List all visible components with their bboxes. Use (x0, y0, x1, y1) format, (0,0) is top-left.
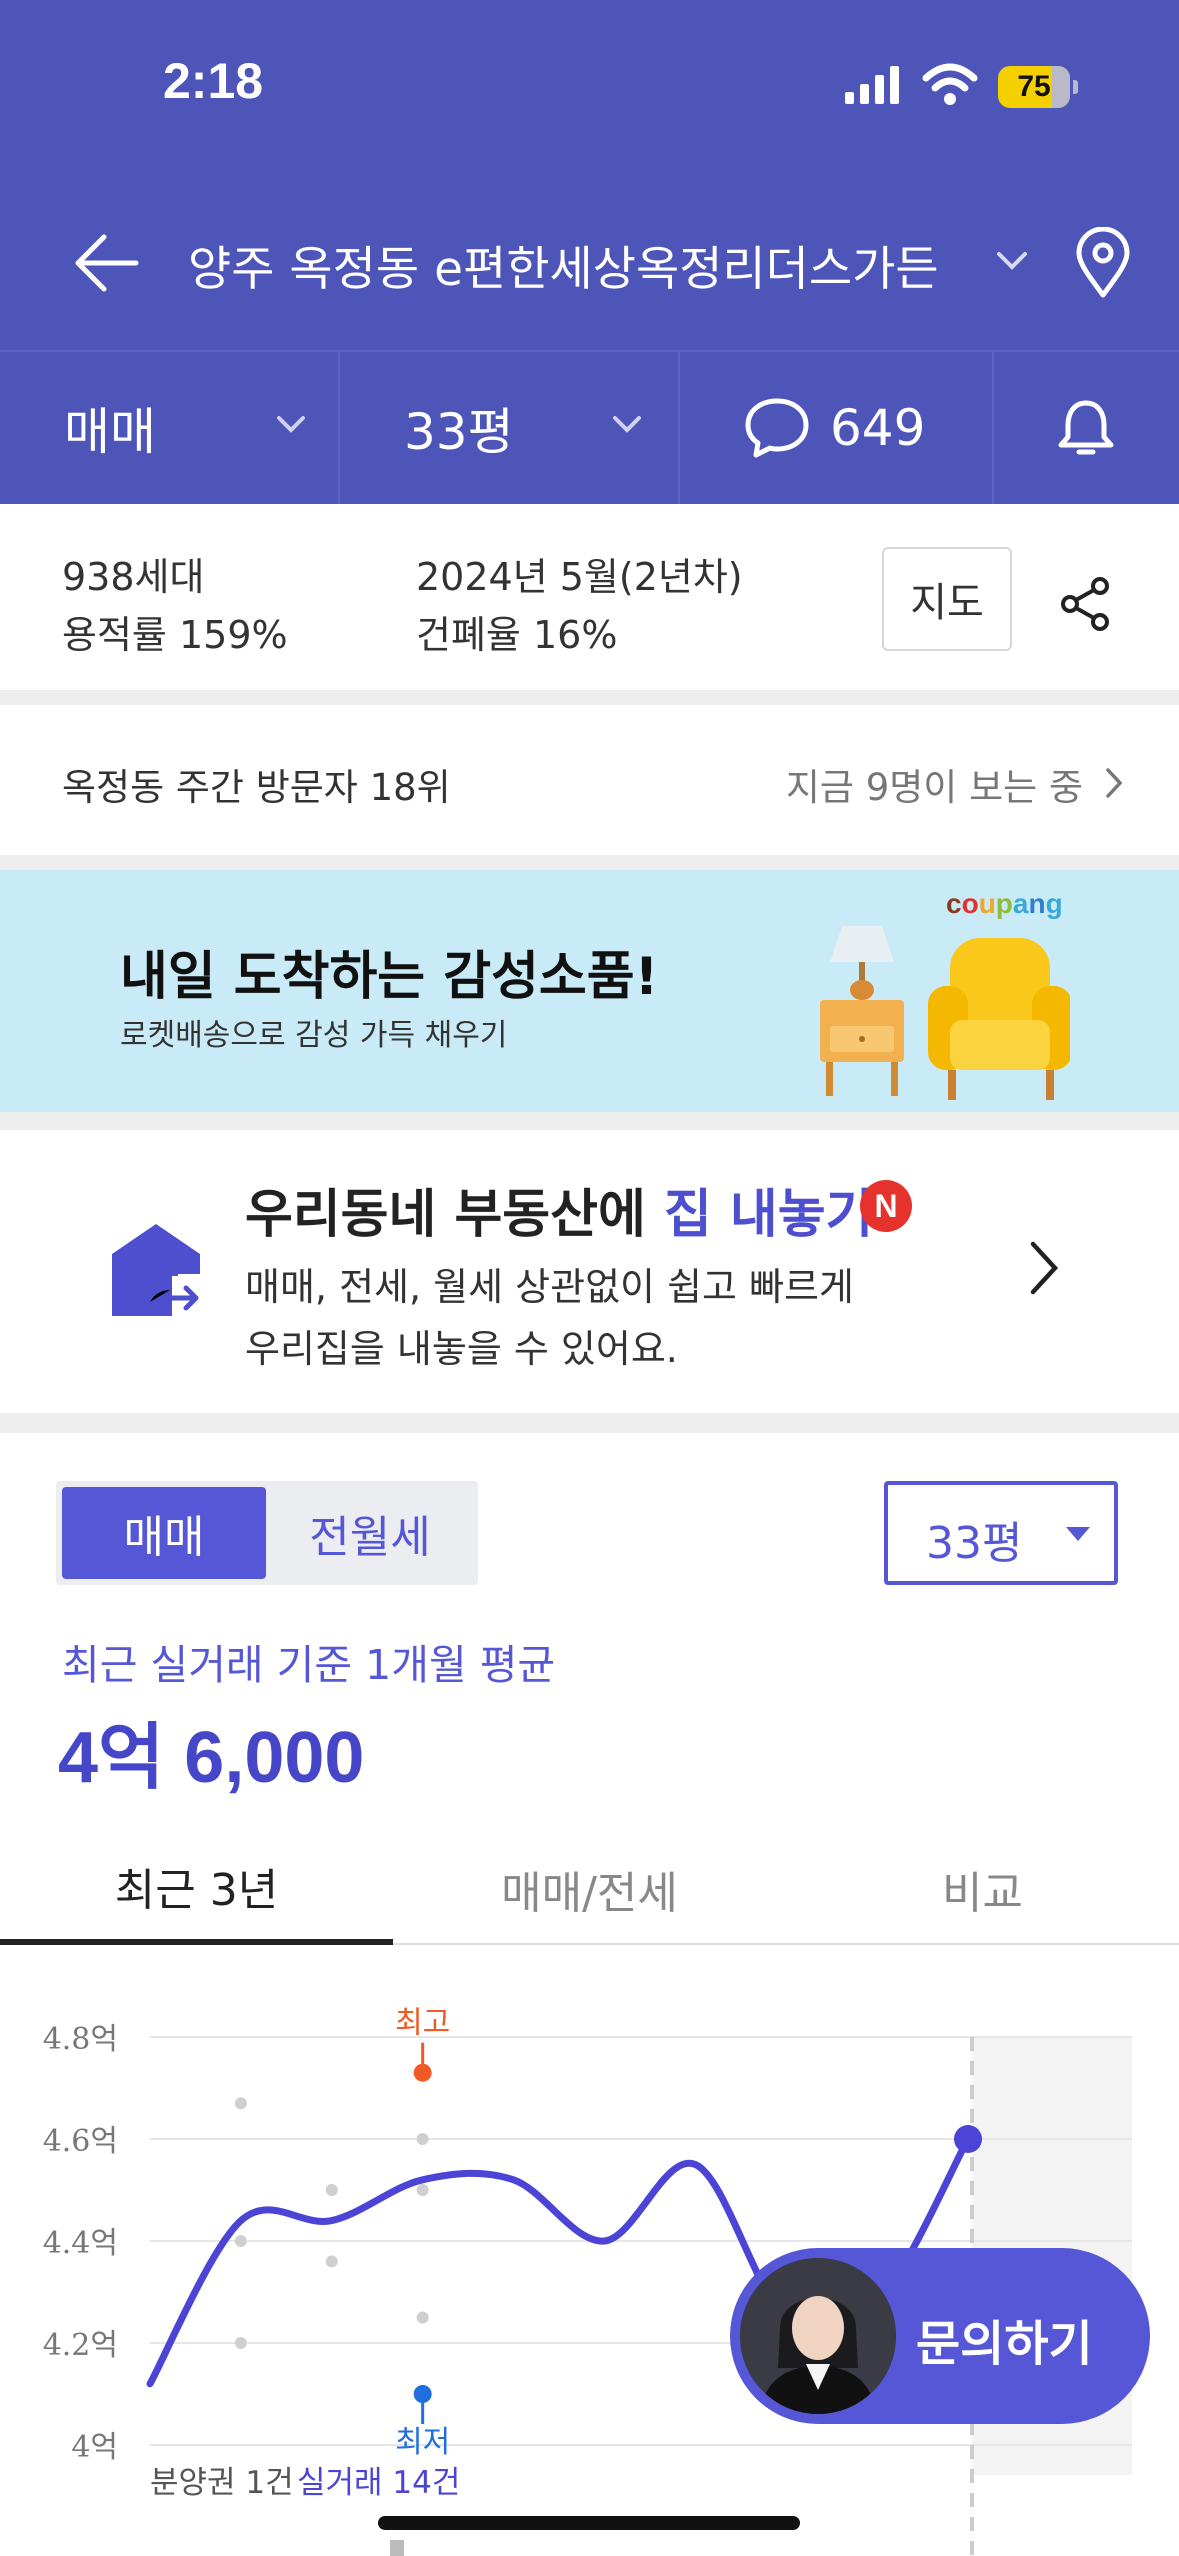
chevron-down-icon (277, 416, 305, 433)
wifi-icon (922, 63, 978, 105)
size-dropdown[interactable]: 33평 (340, 352, 680, 504)
trade-point (234, 2097, 247, 2110)
bell-icon (1058, 400, 1114, 455)
segment-sale[interactable]: 매매 (62, 1487, 266, 1579)
households: 938세대 (62, 555, 205, 599)
chevron-down-icon[interactable] (996, 250, 1028, 272)
built-date: 2024년 5월(2년차) (416, 555, 743, 599)
promo-desc-1: 매매, 전세, 월세 상관없이 쉽고 빠르게 (245, 1265, 854, 1309)
visitor-row[interactable]: 옥정동 주간 방문자 18위 지금 9명이 보는 중 (0, 705, 1179, 855)
average-label: 최근 실거래 기준 1개월 평균 (62, 1641, 556, 1689)
status-time: 2:18 (163, 53, 264, 109)
share-icon[interactable] (1060, 576, 1112, 632)
divider (0, 855, 1179, 870)
cellular-signal-icon (845, 66, 899, 104)
comments-button[interactable]: 649 (680, 352, 994, 504)
size-label: 33평 (404, 403, 514, 461)
deal-type-label: 매매 (64, 403, 156, 461)
battery-icon: 75 (998, 66, 1078, 108)
location-pin-icon[interactable] (1074, 227, 1132, 299)
house-arrow-icon (112, 1224, 204, 1320)
trade-point (416, 2133, 429, 2145)
trade-count: 실거래 14건 (297, 2465, 460, 2501)
tab-compare[interactable]: 비교 (786, 1833, 1179, 1945)
divider (0, 690, 1179, 705)
chart-tabs: 최근 3년 매매/전세 비교 (0, 1833, 1179, 1945)
y-tick-label: 4.2억 (43, 2328, 118, 2363)
top-bar: 2:18 75 양주 옥정동 e편한세상옥정리더스가든 매매 33평 649 (0, 0, 1179, 504)
max-label: 최고 (395, 2006, 450, 2041)
armchair-illustration (820, 926, 1070, 1100)
inquiry-label: 문의하기 (916, 2316, 1093, 2372)
min-label: 최저 (395, 2425, 450, 2460)
segment-rent[interactable]: 전월세 (268, 1487, 472, 1579)
size-select[interactable]: 33평 (884, 1481, 1118, 1585)
y-tick-label: 4억 (71, 2430, 118, 2465)
presale-count: 분양권 1건 (150, 2465, 294, 2501)
battery-level: 75 (1017, 70, 1051, 103)
complex-title-text: 양주 옥정동 e편한세상옥정리더스가든 (188, 241, 939, 297)
trade-point (325, 2184, 338, 2196)
notification-button[interactable] (994, 352, 1179, 504)
size-select-value: 33평 (926, 1518, 1023, 1569)
ad-subtext: 로켓배송으로 감성 가득 채우기 (120, 1018, 508, 1053)
new-badge: N (860, 1180, 912, 1232)
list-property-promo[interactable]: 우리동네 부동산에 집 내놓기 N 매매, 전세, 월세 상관없이 쉽고 빠르게… (0, 1130, 1179, 1413)
watching-now: 지금 9명이 보는 중 (785, 766, 1083, 809)
chevron-right-icon (1030, 1241, 1059, 1295)
inquiry-button[interactable]: 문의하기 (730, 2248, 1150, 2424)
chevron-down-icon (613, 416, 641, 433)
trade-point (325, 2255, 338, 2268)
agent-avatar (740, 2258, 896, 2414)
floor-area-ratio: 용적률 159% (62, 613, 288, 657)
tab-sale-jeonse[interactable]: 매매/전세 (393, 1833, 786, 1945)
visitor-rank: 옥정동 주간 방문자 18위 (62, 766, 451, 809)
trade-type-segment: 매매 전월세 (56, 1481, 478, 1585)
comments-count: 649 (830, 399, 926, 457)
max-marker (413, 2063, 432, 2082)
home-indicator (378, 2516, 800, 2530)
chevron-right-icon (1106, 768, 1123, 798)
divider (0, 1112, 1179, 1130)
x-axis-marker (390, 2540, 404, 2556)
deal-type-dropdown[interactable]: 매매 (0, 352, 340, 504)
y-tick-label: 4.8억 (43, 2022, 118, 2057)
status-bar: 2:18 75 (0, 0, 1179, 175)
back-arrow-icon[interactable] (72, 233, 140, 293)
divider (0, 1413, 1179, 1433)
complex-title[interactable]: 양주 옥정동 e편한세상옥정리더스가든 (188, 229, 988, 299)
y-tick-label: 4.4억 (43, 2226, 118, 2261)
average-price: 4억 6,000 (58, 1718, 365, 1798)
trade-point (234, 2337, 247, 2349)
ad-headline: 내일 도착하는 감성소품! (120, 947, 659, 1007)
filter-bar: 매매 33평 649 (0, 350, 1179, 504)
promo-title: 우리동네 부동산에 집 내놓기 (245, 1185, 874, 1245)
header: 양주 옥정동 e편한세상옥정리더스가든 (0, 175, 1179, 350)
latest-point (954, 2125, 982, 2153)
tab-recent-3y[interactable]: 최근 3년 (0, 1833, 393, 1945)
coverage-ratio: 건폐율 16% (416, 613, 618, 657)
trade-point (416, 2311, 429, 2324)
triangle-down-icon (1066, 1527, 1090, 1541)
speech-bubble-icon (745, 398, 809, 458)
trade-point (416, 2184, 429, 2196)
y-tick-label: 4.6억 (43, 2124, 118, 2159)
map-button[interactable]: 지도 (882, 547, 1012, 651)
promo-desc-2: 우리집을 내놓을 수 있어요. (245, 1327, 678, 1371)
ad-banner[interactable]: 내일 도착하는 감성소품! 로켓배송으로 감성 가득 채우기 coupang (0, 870, 1179, 1112)
complex-info: 938세대 용적률 159% 2024년 5월(2년차) 건폐율 16% 지도 (0, 504, 1179, 690)
trade-point (234, 2235, 247, 2247)
